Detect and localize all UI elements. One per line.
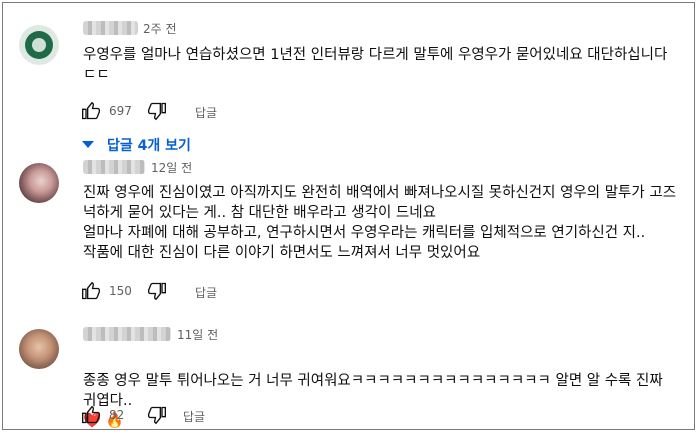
author-name-blurred[interactable] [83, 160, 145, 174]
like-count: 82 [109, 408, 125, 422]
comment-1: 2주 전 우영우를 얼마나 연습하셨으면 1년전 인터뷰랑 다르게 말투에 우영… [3, 3, 694, 163]
comment-timestamp[interactable]: 11일 전 [177, 326, 218, 343]
comment-actions: 82 답글 [81, 405, 281, 425]
avatar[interactable] [19, 329, 59, 369]
chevron-down-icon [81, 138, 95, 154]
thumb-up-icon[interactable] [81, 281, 101, 304]
comment-actions: 150 답글 [81, 281, 281, 301]
avatar[interactable] [19, 25, 59, 65]
like-count: 150 [109, 284, 132, 298]
comment-actions: 697 답글 [81, 101, 281, 121]
view-replies-label: 답글 4개 보기 [107, 138, 191, 154]
reply-button[interactable]: 답글 [195, 104, 217, 121]
comment-timestamp[interactable]: 2주 전 [143, 20, 177, 37]
comment-text-body: 종종 영우 말투 튀어나오는 거 너무 귀여워요ㅋㅋㅋㅋㅋㅋㅋㅋㅋㅋㅋㅋㅋㅋㅋ … [83, 373, 663, 409]
author-name-blurred[interactable] [83, 327, 171, 341]
thumb-up-icon[interactable] [81, 405, 101, 428]
author-name-blurred[interactable] [83, 21, 138, 35]
comment-text: 우영우를 얼마나 연습하셨으면 1년전 인터뷰랑 다르게 말투에 우영우가 묻어… [83, 47, 668, 83]
reply-button[interactable]: 답글 [195, 284, 217, 301]
thumb-up-icon[interactable] [81, 101, 101, 124]
comment-timestamp[interactable]: 12일 전 [151, 159, 192, 176]
thumb-down-icon[interactable] [147, 405, 167, 428]
thumb-down-icon[interactable] [147, 281, 167, 304]
avatar[interactable] [19, 163, 59, 203]
comment-text: 진짜 영우에 진심이였고 아직까지도 완전히 배역에서 빠져나오시질 못하신건지… [83, 185, 677, 261]
like-count: 697 [109, 104, 132, 118]
thumb-down-icon[interactable] [147, 101, 167, 124]
comments-section: 2주 전 우영우를 얼마나 연습하셨으면 1년전 인터뷰랑 다르게 말투에 우영… [2, 2, 695, 430]
reply-button[interactable]: 답글 [183, 408, 205, 425]
